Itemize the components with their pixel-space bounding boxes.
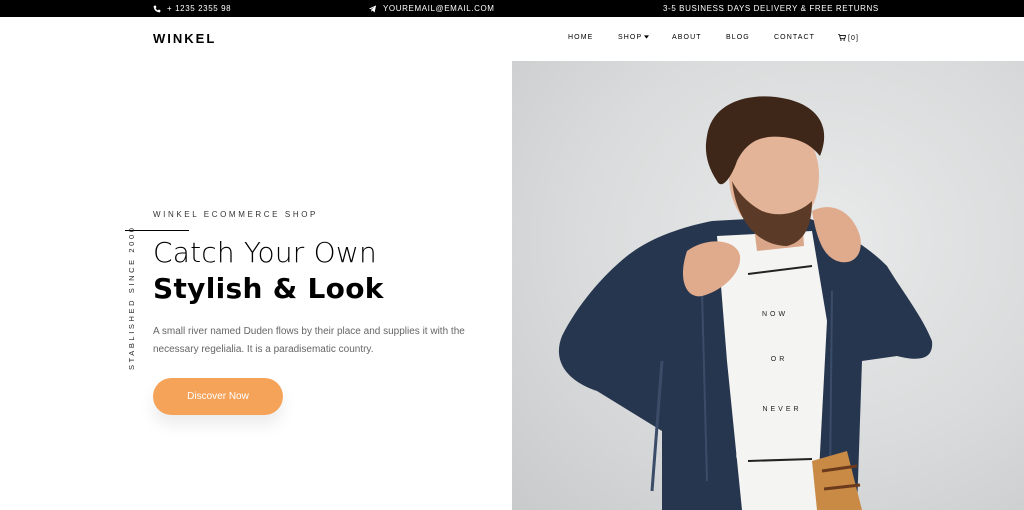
nav-item-contact[interactable]: CONTACT (774, 34, 815, 41)
nav-item-blog[interactable]: BLOG (726, 34, 750, 41)
nav-item-cart[interactable]: [0] (838, 34, 859, 43)
paper-plane-icon (368, 4, 377, 13)
nav-item-shop[interactable]: SHOP (618, 34, 650, 41)
shirt-text-now: NOW (762, 311, 788, 318)
cart-icon (838, 34, 847, 43)
established-since-label: STABLISHED SINCE 2000 (127, 225, 136, 371)
caret-down-icon (644, 34, 650, 41)
nav-item-shop-label: SHOP (618, 34, 643, 41)
hero-description: A small river named Duden flows by their… (153, 326, 465, 355)
top-bar-email[interactable]: YOUREMAIL@EMAIL.COM (368, 0, 495, 17)
email-address: YOUREMAIL@EMAIL.COM (383, 4, 495, 13)
shirt-text-never: NEVER (762, 406, 801, 413)
nav-item-about[interactable]: ABOUT (672, 34, 702, 41)
nav-item-home[interactable]: HOME (568, 34, 593, 41)
discover-now-button[interactable]: Discover Now (153, 378, 283, 415)
navbar: WINKEL HOME SHOP ABOUT BLOG CONTACT [0] (0, 17, 1024, 61)
hero-title-line-2: Stylish & Look (153, 272, 384, 305)
main-nav: HOME SHOP ABOUT BLOG CONTACT [0] (0, 34, 1024, 46)
cart-count: [0] (848, 35, 860, 42)
hero-title-line-1: Catch Your Own (153, 236, 377, 269)
phone-number: + 1235 2355 98 (167, 4, 232, 13)
top-bar-delivery: 3-5 BUSINESS DAYS DELIVERY & FREE RETURN… (663, 0, 879, 17)
hero-subheading: WINKEL ECOMMERCE SHOP (153, 210, 318, 219)
phone-icon (153, 5, 161, 13)
top-bar: + 1235 2355 98 YOUREMAIL@EMAIL.COM 3-5 B… (0, 0, 1024, 17)
model-illustration: NOW OR NEVER (558, 96, 933, 510)
shirt-text-or: OR (771, 356, 788, 363)
top-bar-phone[interactable]: + 1235 2355 98 (153, 0, 231, 17)
delivery-text: 3-5 BUSINESS DAYS DELIVERY & FREE RETURN… (663, 4, 879, 13)
hero-image: NOW OR NEVER (512, 61, 1024, 510)
